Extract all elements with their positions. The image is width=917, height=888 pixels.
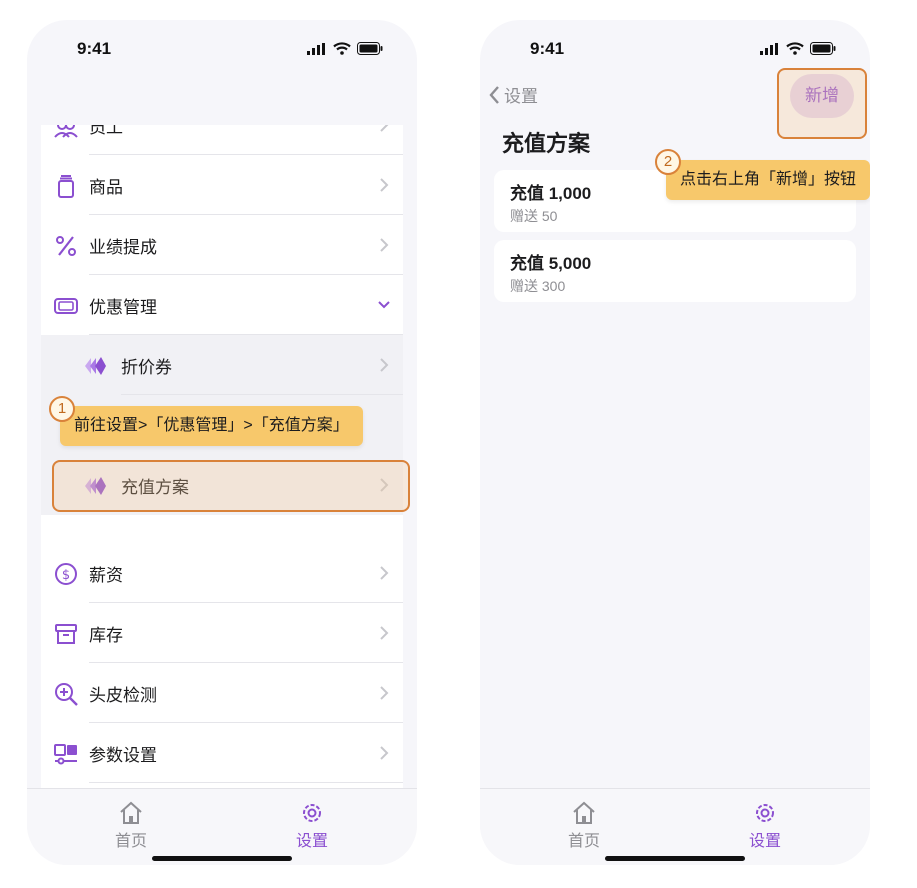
tab-home-label: 首页: [567, 833, 600, 850]
tab-settings-label: 设置: [295, 833, 328, 850]
tab-home[interactable]: 首页: [91, 801, 171, 851]
phone-screen-settings: 9:41 员工 商品 业绩提成 优惠管理 折价券 充值方案 $ 薪资 库存 头皮…: [27, 20, 417, 865]
back-label: 设置: [504, 87, 538, 106]
menu-item-staff[interactable]: 员工: [41, 125, 403, 155]
tab-home[interactable]: 首页: [544, 801, 624, 851]
signal-icon: [760, 42, 778, 55]
menu-item-label: 薪资: [89, 565, 123, 585]
wifi-icon: [333, 42, 351, 55]
menu-item-scalp-check[interactable]: 头皮检测: [41, 663, 403, 723]
tab-home-label: 首页: [114, 833, 147, 850]
menu-item-label: 商品: [89, 177, 123, 197]
chevron-right-icon: [380, 178, 389, 192]
step-2-tooltip: 点击右上角「新增」按钮: [666, 160, 870, 200]
add-button-highlight: [777, 68, 867, 139]
plan-title: 充值 1,000: [510, 184, 592, 203]
chevron-right-icon: [380, 125, 389, 132]
step-1-badge: 1: [49, 396, 75, 422]
chevron-right-icon: [380, 358, 389, 372]
chevron-left-icon: [489, 85, 499, 104]
wifi-icon: [786, 42, 804, 55]
page-title: 充值方案: [502, 131, 591, 156]
chevron-down-icon: [378, 301, 390, 309]
menu-item-label: 优惠管理: [89, 297, 157, 317]
tab-bar: 首页 设置: [480, 788, 870, 865]
chevron-right-icon: [380, 746, 389, 760]
menu-item-discount-management[interactable]: 优惠管理: [41, 275, 403, 335]
menu-item-coupon[interactable]: 折价券: [41, 335, 403, 395]
tab-bar: 首页 设置: [27, 788, 417, 865]
recharge-plan-card[interactable]: 充值 5,000 赠送 300: [494, 240, 856, 302]
menu-item-label: 头皮检测: [89, 685, 157, 705]
inventory-icon: [55, 624, 77, 644]
chevron-right-icon: [380, 238, 389, 252]
staff-icon: [54, 125, 78, 138]
step-1-tooltip: 前往设置>「优惠管理」>「充值方案」: [60, 406, 363, 446]
menu-item-label: 参数设置: [89, 745, 157, 765]
plan-title: 充值 5,000: [510, 254, 592, 273]
menu-item-commission[interactable]: 业绩提成: [41, 215, 403, 275]
salary-icon: $: [55, 563, 77, 585]
battery-icon: [357, 42, 383, 55]
chevron-right-icon: [380, 566, 389, 580]
svg-text:$: $: [62, 568, 70, 583]
gear-icon: [756, 804, 774, 822]
phone-screen-recharge-plans: 9:41 设置 新增 充值方案 充值 1,000 赠送 50 充值 5,000 …: [480, 20, 870, 865]
product-icon: [58, 175, 74, 198]
chevron-right-icon: [380, 626, 389, 640]
plan-bonus: 赠送 300: [510, 278, 566, 294]
status-time: 9:41: [77, 39, 112, 58]
menu-item-label: 业绩提成: [89, 237, 157, 257]
tab-settings[interactable]: 设置: [272, 801, 352, 851]
plan-bonus: 赠送 50: [510, 208, 558, 224]
menu-item-salary[interactable]: $ 薪资: [41, 543, 403, 603]
status-bar: 9:41: [27, 20, 417, 76]
home-icon: [120, 801, 142, 824]
step-2-badge: 2: [655, 149, 681, 175]
signal-icon: [307, 42, 325, 55]
chevron-right-icon: [380, 686, 389, 700]
parameter-icon: [54, 744, 77, 765]
menu-item-inventory[interactable]: 库存: [41, 603, 403, 663]
menu-item-product[interactable]: 商品: [41, 155, 403, 215]
menu-item-label: 库存: [89, 625, 123, 645]
discount-icon: [54, 298, 78, 314]
recharge-plan-highlight: [52, 460, 410, 512]
tab-settings[interactable]: 设置: [725, 801, 805, 851]
tab-settings-label: 设置: [748, 833, 781, 850]
gear-icon: [303, 804, 321, 822]
home-indicator: [605, 856, 745, 861]
menu-item-parameters[interactable]: 参数设置: [41, 723, 403, 783]
battery-icon: [810, 42, 836, 55]
back-button[interactable]: 设置: [488, 82, 538, 107]
status-time: 9:41: [530, 39, 565, 58]
coupon-icon: [85, 357, 106, 375]
home-icon: [573, 801, 595, 824]
menu-item-label: 折价券: [121, 357, 172, 377]
home-indicator: [152, 856, 292, 861]
percent-icon: [56, 236, 76, 256]
scalp-check-icon: [55, 683, 78, 706]
menu-item-label: 员工: [89, 125, 123, 137]
